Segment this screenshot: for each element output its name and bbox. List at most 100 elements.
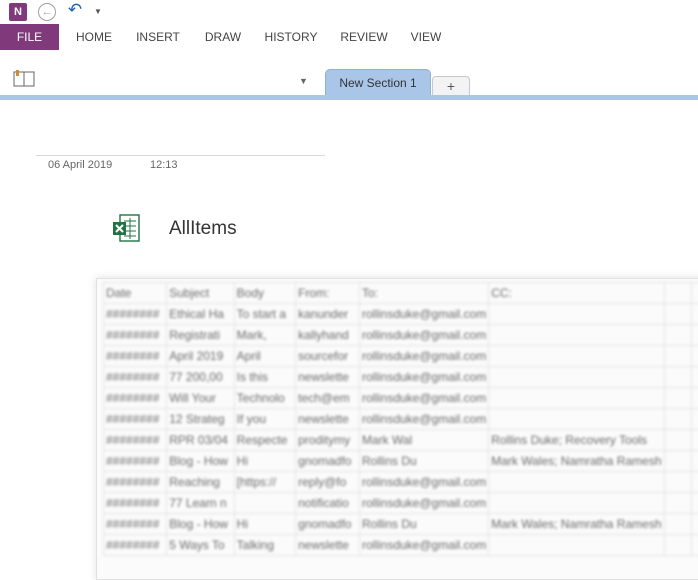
header-cell: CC: (489, 283, 664, 304)
table-cell (489, 346, 664, 367)
table-cell: 12 Strateg (167, 409, 234, 430)
spreadsheet-printout-preview: Date Subject Body From: To: CC: ########… (96, 278, 698, 580)
table-cell: newslette (296, 535, 360, 556)
table-cell: 5 Ways To (167, 535, 234, 556)
table-cell: rollinsduke@gmail.com (359, 493, 488, 514)
tab-home[interactable]: HOME (68, 24, 120, 50)
table-cell: kallyhand (296, 325, 360, 346)
table-cell: Reaching (167, 472, 234, 493)
tab-view[interactable]: VIEW (404, 24, 448, 50)
section-list-dropdown-icon[interactable]: ▼ (299, 77, 311, 85)
table-cell: [https:// (234, 472, 295, 493)
excel-file-icon[interactable] (111, 213, 141, 243)
table-cell: 77 200,00 (167, 367, 234, 388)
table-cell (692, 493, 698, 514)
table-cell (664, 409, 692, 430)
table-cell: Mark Wal (359, 430, 488, 451)
table-cell (692, 472, 698, 493)
table-cell (489, 388, 664, 409)
tab-file[interactable]: FILE (0, 24, 59, 50)
add-section-button[interactable]: + (432, 76, 470, 96)
tab-review[interactable]: REVIEW (336, 24, 392, 50)
table-cell (664, 472, 692, 493)
table-cell: Mark Wales; Namratha Ramesh (489, 451, 664, 472)
header-cell: From: (296, 283, 360, 304)
table-cell (664, 514, 692, 535)
table-cell: rollinsduke@gmail.com (359, 325, 488, 346)
header-cell: Subject (167, 283, 234, 304)
table-row: ########Will YourTechnolotech@emrollinsd… (104, 388, 698, 409)
table-cell: Technolo (234, 388, 295, 409)
table-cell (664, 367, 692, 388)
table-cell: proditymy (296, 430, 360, 451)
table-cell: Rollins Du (359, 514, 488, 535)
back-arrow-icon[interactable]: ← (38, 3, 56, 21)
table-cell: Rollins Duke; Recovery Tools (489, 430, 664, 451)
attachment-file-name: AllItems (169, 218, 237, 240)
table-cell (692, 388, 698, 409)
table-cell: ######## (104, 514, 167, 535)
table-cell: ######## (104, 367, 167, 388)
header-cell: To: (359, 283, 488, 304)
table-cell: Hi (234, 514, 295, 535)
onenote-logo-icon: N (9, 3, 27, 21)
table-cell: kanunder (296, 304, 360, 325)
table-cell (664, 535, 692, 556)
table-row: ########Blog - HowHignomadfoRollins DuMa… (104, 451, 698, 472)
table-cell: Registrati (167, 325, 234, 346)
table-cell: tech@em (296, 388, 360, 409)
table-cell: gnomadfo (296, 514, 360, 535)
table-row: ########77 200,00Is thisnewsletterollins… (104, 367, 698, 388)
table-cell: April (234, 346, 295, 367)
table-cell (489, 535, 664, 556)
table-cell (692, 304, 698, 325)
table-cell: newslette (296, 409, 360, 430)
table-cell: ######## (104, 451, 167, 472)
tab-draw[interactable]: DRAW (198, 24, 248, 50)
table-cell: Mark, (234, 325, 295, 346)
section-color-bar (0, 95, 698, 100)
table-cell: Mark Wales; Namratha Ramesh (489, 514, 664, 535)
title-bar: N ← ↶ ▼ (0, 0, 698, 24)
table-cell: Talking (234, 535, 295, 556)
table-cell (692, 535, 698, 556)
table-cell: ######## (104, 535, 167, 556)
table-row: ########12 StrategIf younewsletterollins… (104, 409, 698, 430)
page-date: 06 April 2019 (48, 159, 112, 171)
table-cell: rollinsduke@gmail.com (359, 346, 488, 367)
table-cell (664, 388, 692, 409)
table-cell: rollinsduke@gmail.com (359, 535, 488, 556)
table-cell: ######## (104, 472, 167, 493)
section-tab-new-section-1[interactable]: New Section 1 (325, 69, 431, 97)
table-cell: ######## (104, 430, 167, 451)
table-header-row: Date Subject Body From: To: CC: (104, 283, 698, 304)
table-cell (692, 514, 698, 535)
undo-icon[interactable]: ↶ (66, 1, 84, 19)
table-cell (489, 472, 664, 493)
table-cell: If you (234, 409, 295, 430)
table-cell: reply@fo (296, 472, 360, 493)
table-cell: gnomadfo (296, 451, 360, 472)
table-cell: ######## (104, 388, 167, 409)
tab-insert[interactable]: INSERT (132, 24, 184, 50)
table-cell: ######## (104, 325, 167, 346)
notebook-icon[interactable] (13, 70, 35, 88)
ribbon-tabs: FILE HOME INSERT DRAW HISTORY REVIEW VIE… (0, 24, 698, 52)
table-cell (489, 367, 664, 388)
table-cell (664, 493, 692, 514)
page-time: 12:13 (150, 159, 178, 171)
table-row: ########RegistratiMark,kallyhandrollinsd… (104, 325, 698, 346)
header-cell: Date (104, 283, 167, 304)
tab-history[interactable]: HISTORY (260, 24, 322, 50)
header-cell (664, 283, 692, 304)
table-cell: ######## (104, 493, 167, 514)
table-row: ########5 Ways ToTalkingnewsletterollins… (104, 535, 698, 556)
table-cell (692, 451, 698, 472)
table-cell: rollinsduke@gmail.com (359, 367, 488, 388)
table-row: ########April 2019Aprilsourceforrollinsd… (104, 346, 698, 367)
table-cell (692, 367, 698, 388)
table-cell: Will Your (167, 388, 234, 409)
table-cell: ######## (104, 304, 167, 325)
customize-toolbar-dropdown-icon[interactable]: ▼ (93, 5, 103, 19)
table-cell: Blog - How (167, 451, 234, 472)
